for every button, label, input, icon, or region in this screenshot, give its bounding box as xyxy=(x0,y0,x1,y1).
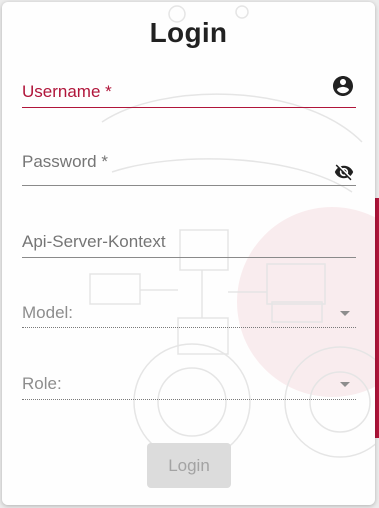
api-server-context-label: Api-Server-Kontext xyxy=(22,232,166,251)
api-server-context-field[interactable]: Api-Server-Kontext xyxy=(22,226,356,260)
password-label: Password * xyxy=(22,152,108,171)
role-underline xyxy=(22,399,356,400)
model-underline xyxy=(22,327,356,328)
visibility-off-icon[interactable] xyxy=(334,162,354,182)
api-server-context-underline xyxy=(22,257,356,258)
role-dropdown-arrow-icon[interactable] xyxy=(333,372,357,396)
model-dropdown-arrow-icon[interactable] xyxy=(333,301,357,325)
role-select[interactable]: Role: xyxy=(22,368,356,402)
role-label: Role: xyxy=(22,374,62,393)
password-underline xyxy=(22,185,356,186)
account-circle-icon xyxy=(333,76,353,96)
login-button[interactable]: Login xyxy=(147,443,231,488)
password-field[interactable]: Password * xyxy=(22,145,356,187)
password-required-mark: * xyxy=(101,152,108,171)
dialog-title: Login xyxy=(149,17,228,48)
background-accent-strip xyxy=(375,198,379,438)
username-label: Username * xyxy=(22,82,112,101)
model-select[interactable]: Model: xyxy=(22,297,356,331)
username-field[interactable]: Username * xyxy=(22,74,356,110)
model-label: Model: xyxy=(22,303,74,322)
login-screen: Login Username * Password * Api-Server-K… xyxy=(0,0,379,508)
username-underline xyxy=(22,107,356,108)
username-required-mark: * xyxy=(105,82,112,101)
login-dialog: Login Username * Password * Api-Server-K… xyxy=(2,2,375,505)
